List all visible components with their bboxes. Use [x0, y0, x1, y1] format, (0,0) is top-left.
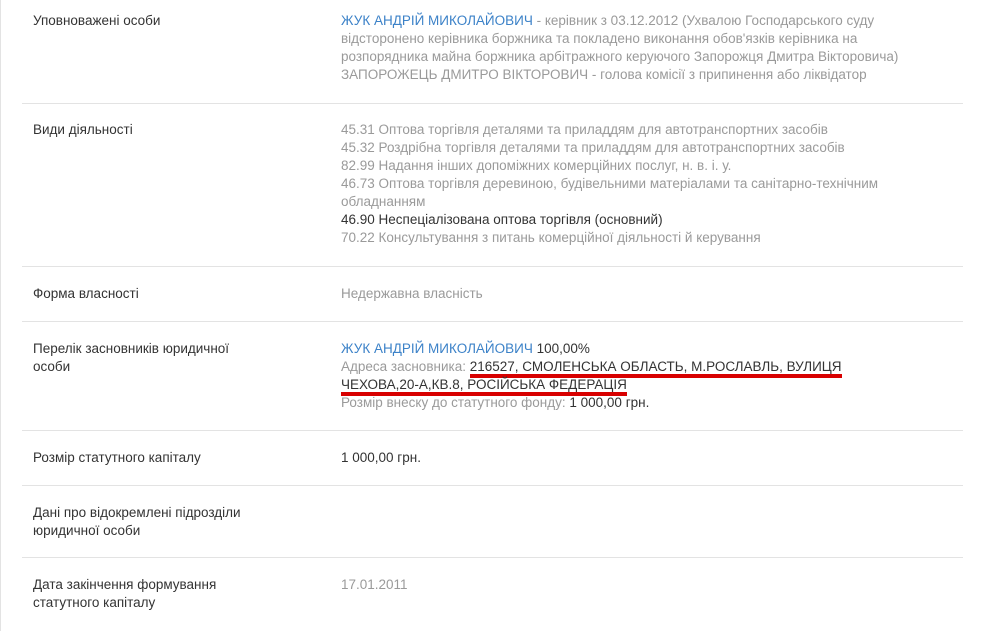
activity-item: 70.22 Консультування з питань комерційно… — [341, 230, 761, 245]
row-divider — [22, 430, 963, 431]
row-label: Уповноважені особи — [33, 13, 161, 28]
row-label: Види діяльності — [33, 122, 133, 137]
person-role-text: - керівник з 03.12.2012 (Ухвалою Господа… — [532, 13, 875, 28]
row-value: ЖУК АНДРІЙ МИКОЛАЙОВИЧ 100,00% Адреса за… — [341, 340, 961, 412]
record-table: Уповноважені особи ЖУК АНДРІЙ МИКОЛАЙОВИ… — [0, 0, 991, 631]
row-label: Перелік засновників юридичної особи — [33, 341, 230, 374]
founder-share: 100,00% — [532, 341, 590, 356]
address-label: Адреса засновника: — [341, 359, 470, 374]
row-divider — [22, 557, 963, 558]
activity-item: обладнанням — [341, 194, 426, 209]
person-role-text: відсторонено керівника боржника та покла… — [341, 31, 858, 46]
row-divider — [22, 485, 963, 486]
row-value: ЖУК АНДРІЙ МИКОЛАЙОВИЧ - керівник з 03.1… — [341, 12, 961, 84]
row-divider — [22, 321, 963, 322]
row-label: Дата закінчення формування статутного ка… — [33, 577, 217, 610]
row-divider — [22, 266, 963, 267]
activity-item: 82.99 Надання інших допоміжних комерційн… — [341, 158, 732, 173]
activity-item-primary: 46.90 Неспеціалізована оптова торгівля (… — [341, 212, 663, 227]
row-divider — [22, 103, 963, 104]
row-value: 1 000,00 грн. — [341, 450, 421, 465]
founder-link[interactable]: ЖУК АНДРІЙ МИКОЛАЙОВИЧ — [341, 341, 533, 356]
activity-item: 45.32 Роздрібна торгівля деталями та при… — [341, 140, 845, 155]
person-role-text: розпорядника майна боржника арбітражного… — [341, 49, 899, 64]
person-link[interactable]: ЖУК АНДРІЙ МИКОЛАЙОВИЧ — [341, 13, 533, 28]
activity-item: 46.73 Оптова торгівля деревиною, будівел… — [341, 176, 879, 191]
row-label: Розмір статутного капіталу — [33, 450, 201, 465]
row-value: 17.01.2011 — [341, 577, 408, 592]
row-value: Недержавна власність — [341, 286, 483, 301]
row-label: Форма власності — [33, 286, 139, 301]
row-label: Дані про відокремлені підрозділи юридичн… — [33, 505, 241, 538]
contribution-label: Розмір внеску до статутного фонду: — [341, 395, 570, 410]
contribution-value: 1 000,00 грн. — [569, 395, 650, 410]
activities-list: 45.31 Оптова торгівля деталями та прилад… — [341, 121, 961, 247]
liquidator-text: ЗАПОРОЖЕЦЬ ДМИТРО ВІКТОРОВИЧ - голова ко… — [341, 67, 867, 82]
activity-item: 45.31 Оптова торгівля деталями та прилад… — [341, 122, 828, 137]
